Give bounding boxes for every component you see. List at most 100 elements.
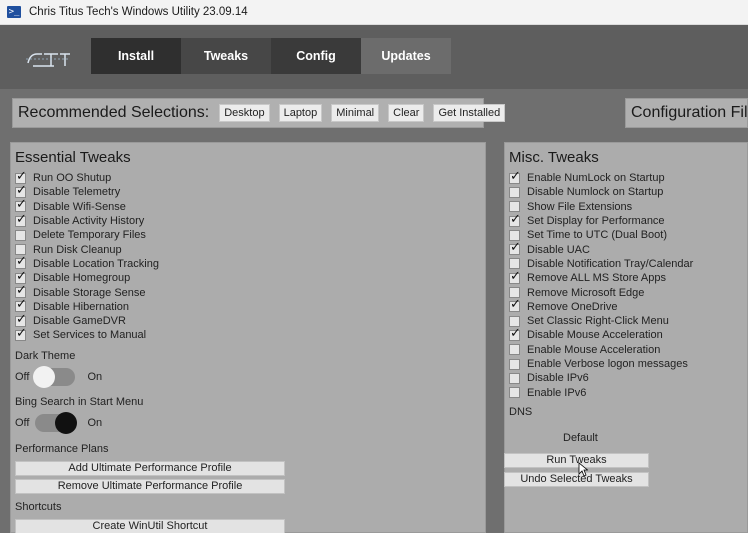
tab-tweaks[interactable]: Tweaks (181, 38, 271, 74)
minimal-button[interactable]: Minimal (331, 104, 380, 122)
dns-select[interactable]: Default (563, 432, 598, 444)
checkbox-row[interactable]: Enable Verbose logon messages (509, 357, 693, 371)
checkbox-label: Set Display for Performance (527, 215, 665, 228)
checkbox-row[interactable]: Remove OneDrive (509, 297, 693, 314)
run-tweaks-button[interactable]: Run Tweaks (504, 453, 649, 468)
checkbox-label: Remove OneDrive (527, 300, 618, 313)
performance-plans-label: Performance Plans (15, 443, 109, 455)
dark-theme-toggle[interactable] (33, 366, 76, 388)
checkbox-label: Show File Extensions (527, 200, 633, 213)
checkbox-label: Enable Mouse Acceleration (527, 343, 661, 356)
checkbox-row[interactable]: Set Services to Manual (15, 326, 159, 342)
checkbox-label: Set Services to Manual (33, 329, 147, 342)
checkbox-checked[interactable] (509, 240, 521, 256)
checkbox-label: Disable Numlock on Startup (527, 186, 664, 199)
add-ultimate-performance-button[interactable]: Add Ultimate Performance Profile (15, 461, 285, 476)
checkbox-label: Disable GameDVR (33, 315, 126, 328)
checkbox-row[interactable]: Enable Mouse Acceleration (509, 343, 693, 357)
undo-selected-tweaks-button[interactable]: Undo Selected Tweaks (504, 472, 649, 487)
checkbox-row[interactable]: Disable Homegroup (15, 269, 159, 285)
checkbox-row[interactable]: Set Time to UTC (Dual Boot) (509, 228, 693, 242)
toggle-knob (33, 366, 56, 388)
checkbox-row[interactable]: Enable NumLock on Startup (509, 169, 693, 185)
shortcuts-label: Shortcuts (15, 501, 62, 513)
tab-config[interactable]: Config (271, 38, 361, 74)
checkbox-label: Delete Temporary Files (33, 229, 146, 242)
checkbox-checked[interactable] (15, 212, 27, 227)
checkbox-row[interactable]: Disable IPv6 (509, 371, 693, 385)
checkbox-row[interactable]: Remove ALL MS Store Apps (509, 269, 693, 285)
checkbox-row[interactable]: Set Classic Right-Click Menu (509, 314, 693, 328)
bing-search-on-label: On (87, 417, 103, 429)
checkbox-row[interactable]: Disable GameDVR (15, 312, 159, 328)
checkbox-row[interactable]: Disable UAC (509, 240, 693, 256)
checkbox-label: Disable Mouse Acceleration (527, 329, 663, 342)
window-title: Chris Titus Tech's Windows Utility 23.09… (29, 6, 248, 18)
checkbox-row[interactable]: Remove Microsoft Edge (509, 285, 693, 299)
dns-label: DNS (509, 406, 533, 418)
clear-button[interactable]: Clear (388, 104, 425, 122)
checkbox-row[interactable]: Disable Hibernation (15, 297, 159, 314)
checkbox-label: Disable Storage Sense (33, 286, 146, 299)
checkbox-unchecked[interactable] (509, 344, 520, 356)
bing-search-label: Bing Search in Start Menu (15, 396, 144, 408)
checkbox-label: Disable Homegroup (33, 272, 131, 285)
bing-search-toggle-row: Off On (15, 412, 103, 434)
checkbox-row[interactable]: Disable Storage Sense (15, 283, 159, 299)
checkbox-checked[interactable] (15, 326, 27, 341)
checkbox-row[interactable]: Set Display for Performance (509, 212, 693, 228)
misc-tweaks-list: Enable NumLock on StartupDisable Numlock… (509, 169, 693, 400)
checkbox-row[interactable]: Run Disk Cleanup (15, 242, 159, 256)
configuration-file-bar: Configuration File (625, 98, 748, 128)
checkbox-checked[interactable] (509, 269, 521, 284)
remove-ultimate-performance-button[interactable]: Remove Ultimate Performance Profile (15, 479, 285, 494)
checkbox-unchecked[interactable] (509, 372, 520, 384)
checkbox-unchecked[interactable] (509, 387, 520, 399)
checkbox-row[interactable]: Disable Location Tracking (15, 254, 159, 271)
dark-theme-on-label: On (87, 371, 103, 383)
laptop-button[interactable]: Laptop (278, 104, 323, 122)
checkbox-checked[interactable] (509, 169, 521, 184)
checkbox-row[interactable]: Run OO Shutup (15, 169, 159, 185)
checkbox-label: Disable Notification Tray/Calendar (527, 257, 694, 270)
checkbox-label: Disable Telemetry (33, 186, 121, 199)
get-installed-button[interactable]: Get Installed (433, 104, 506, 122)
powershell-icon: >_ (7, 6, 21, 18)
dark-theme-label: Dark Theme (15, 350, 76, 362)
checkbox-unchecked[interactable] (15, 229, 26, 241)
checkbox-row[interactable]: Show File Extensions (509, 200, 693, 214)
checkbox-row[interactable]: Disable Mouse Acceleration (509, 326, 693, 342)
dark-theme-toggle-row: Off On (15, 366, 103, 388)
checkbox-unchecked[interactable] (509, 358, 520, 370)
checkbox-checked[interactable] (509, 297, 521, 313)
misc-tweaks-panel: Misc. Tweaks Enable NumLock on StartupDi… (504, 142, 748, 533)
checkbox-label: Disable UAC (527, 243, 590, 256)
ctt-logo (26, 53, 70, 67)
misc-tweaks-heading: Misc. Tweaks (509, 149, 599, 166)
checkbox-row[interactable]: Enable IPv6 (509, 385, 693, 399)
checkbox-label: Disable IPv6 (527, 372, 589, 385)
checkbox-row[interactable]: Disable Notification Tray/Calendar (509, 257, 693, 271)
checkbox-row[interactable]: Disable Activity History (15, 212, 159, 228)
checkbox-row[interactable]: Delete Temporary Files (15, 228, 159, 242)
dark-theme-off-label: Off (15, 371, 30, 383)
essential-tweaks-list: Run OO ShutupDisable TelemetryDisable Wi… (15, 169, 159, 343)
recommended-selections-bar: Recommended Selections: Desktop Laptop M… (12, 98, 506, 128)
checkbox-row[interactable]: Disable Numlock on Startup (509, 185, 693, 199)
checkbox-label: Disable Location Tracking (33, 257, 159, 270)
create-shortcut-button[interactable]: Create WinUtil Shortcut (15, 519, 285, 533)
checkbox-label: Disable Wifi-Sense (33, 200, 126, 213)
desktop-button[interactable]: Desktop (219, 104, 270, 122)
toggle-knob (55, 412, 78, 434)
checkbox-row[interactable]: Disable Telemetry (15, 183, 159, 199)
checkbox-checked[interactable] (509, 326, 521, 341)
checkbox-unchecked[interactable] (509, 186, 520, 198)
checkbox-label: Set Classic Right-Click Menu (527, 315, 669, 328)
checkbox-row[interactable]: Disable Wifi-Sense (15, 197, 159, 214)
checkbox-checked[interactable] (509, 212, 521, 227)
bing-search-toggle[interactable] (35, 412, 78, 434)
configuration-file-label: Configuration File (631, 104, 748, 121)
tab-install[interactable]: Install (91, 38, 181, 74)
tab-updates[interactable]: Updates (361, 38, 451, 74)
checkbox-label: Enable IPv6 (527, 386, 587, 399)
